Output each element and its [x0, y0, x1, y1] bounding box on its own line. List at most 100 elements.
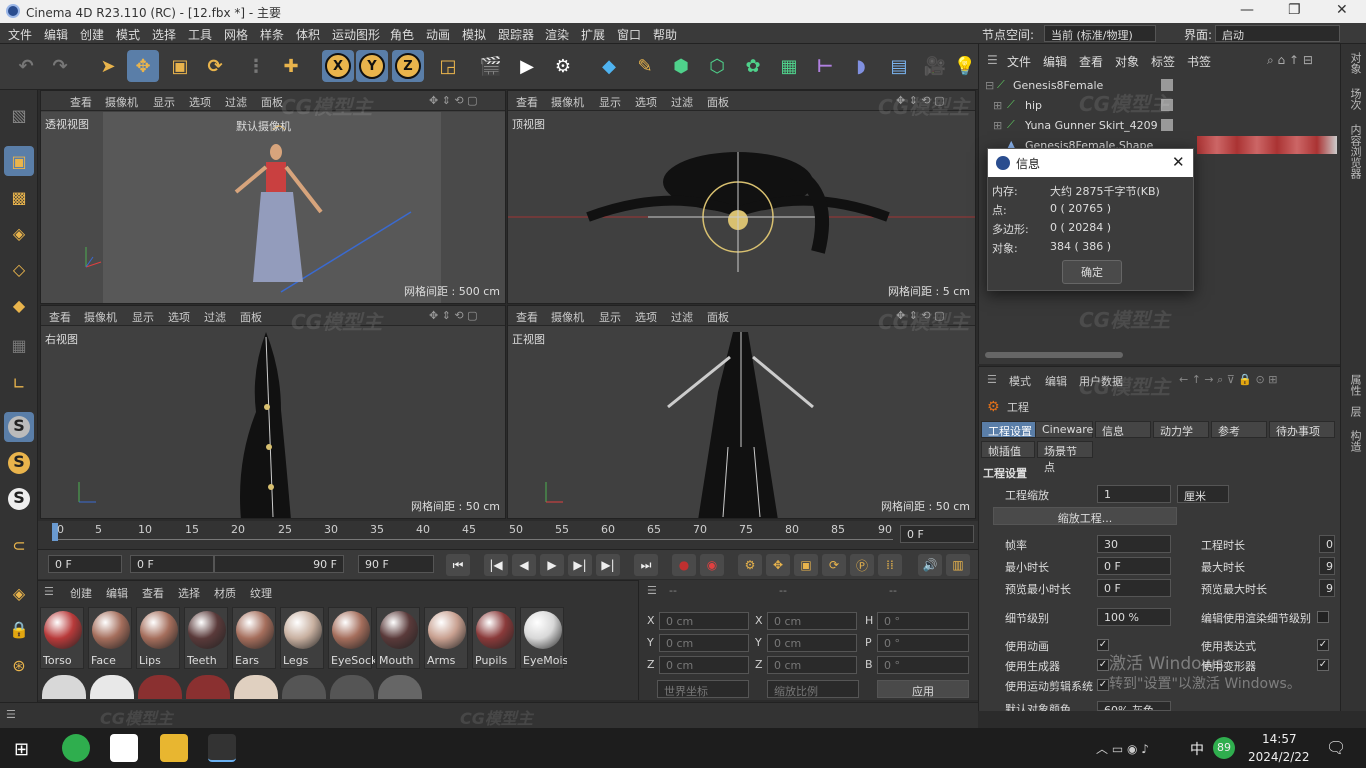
light-object-icon[interactable]: 💡	[954, 50, 976, 82]
side-tab-takes[interactable]: 场次	[1347, 88, 1363, 110]
vp-menu-view[interactable]: 查看	[516, 94, 538, 110]
pos-x-field[interactable]: 0 cm	[659, 612, 749, 630]
close-icon[interactable]: ✕	[1336, 2, 1348, 18]
menu-tracker[interactable]: 跟踪器	[498, 26, 534, 43]
vp-menu-display[interactable]: 显示	[132, 309, 154, 325]
vp-nav-icons[interactable]: ✥ ⇕ ⟲ ▢	[429, 94, 478, 107]
expand-icon[interactable]: ⊞	[993, 99, 1002, 112]
field-icon[interactable]: ◗	[845, 50, 877, 82]
menu-simulate[interactable]: 模拟	[462, 26, 486, 43]
lod-field[interactable]: 100 %	[1097, 608, 1171, 626]
mat-menu-material[interactable]: 材质	[214, 585, 236, 601]
use-generators-checkbox[interactable]: ✓	[1097, 659, 1109, 671]
material-swatch[interactable]: Pupils	[472, 607, 516, 669]
floor-object-icon[interactable]: ▤	[883, 50, 915, 82]
side-tab-content-browser[interactable]: 内容浏览器	[1347, 124, 1363, 179]
mat-menu-create[interactable]: 创建	[70, 585, 92, 601]
material-tags[interactable]	[1197, 136, 1337, 154]
menu-mode[interactable]: 模式	[116, 26, 140, 43]
material-thumb[interactable]	[378, 675, 422, 699]
menu-mesh[interactable]: 网格	[224, 26, 248, 43]
ime-indicator[interactable]: 中	[1190, 739, 1204, 759]
menu-edit[interactable]: 编辑	[44, 26, 68, 43]
film-icon[interactable]: ▥	[946, 554, 970, 576]
obj-menu-edit[interactable]: 编辑	[1043, 53, 1067, 70]
cinema4d-taskbar-icon[interactable]	[208, 734, 236, 762]
scale-mode-select[interactable]: 缩放比例	[767, 680, 859, 698]
model-mode-icon[interactable]: ▣	[4, 146, 34, 176]
menu-help[interactable]: 帮助	[653, 26, 677, 43]
prev-frame-icon[interactable]: ◀	[512, 554, 536, 576]
preview-max-field[interactable]: 9	[1319, 579, 1335, 597]
vp-menu-display[interactable]: 显示	[599, 309, 621, 325]
sound-icon[interactable]: 🔊	[918, 554, 942, 576]
material-swatch[interactable]: Mouth	[376, 607, 420, 669]
maximize-icon[interactable]: ❐	[1288, 2, 1301, 18]
attr-menu-edit[interactable]: 编辑	[1045, 373, 1067, 389]
planar-workplane-icon[interactable]: ⊛	[4, 650, 34, 680]
obj-menu-tags[interactable]: 标签	[1151, 53, 1175, 70]
panel-menu-icon[interactable]: ☰	[6, 708, 16, 721]
range-start-field[interactable]: 0 F	[130, 555, 214, 573]
horizontal-scrollbar[interactable]	[985, 352, 1123, 358]
nav-icons[interactable]: ← ↑ → ⌕ ⊽ 🔒 ⊙ ⊞	[1179, 373, 1277, 387]
material-thumb[interactable]	[330, 675, 374, 699]
vp-menu-panel[interactable]: 面板	[240, 309, 262, 325]
tray-badge[interactable]: 89	[1213, 737, 1235, 759]
vp-menu-options[interactable]: 选项	[635, 94, 657, 110]
menu-extensions[interactable]: 扩展	[581, 26, 605, 43]
render-picture-viewer-icon[interactable]: ▶	[511, 50, 543, 82]
material-thumb[interactable]	[282, 675, 326, 699]
redo-icon[interactable]: ↷	[44, 50, 76, 82]
browser-icon[interactable]	[62, 734, 90, 762]
timeline-ruler[interactable]: 0 5 10 15 20 25 30 35 40 45 50 55 60 65 …	[38, 521, 978, 549]
viewport-perspective[interactable]: 查看 摄像机 显示 选项 过滤 面板 ✥ ⇕ ⟲ ▢ 透视视图 默认摄像机 网格…	[40, 90, 506, 304]
minimize-icon[interactable]: —	[1240, 2, 1254, 18]
top-canvas[interactable]	[508, 112, 975, 303]
material-swatch[interactable]: Ears	[232, 607, 276, 669]
menu-tools[interactable]: 工具	[188, 26, 212, 43]
material-swatch[interactable]: EyeMois	[520, 607, 567, 669]
mat-menu-select[interactable]: 选择	[178, 585, 200, 601]
play-icon[interactable]: ▶	[540, 554, 564, 576]
material-swatch[interactable]: Arms	[424, 607, 468, 669]
vp-menu-panel[interactable]: 面板	[707, 94, 729, 110]
key-parameter-icon[interactable]: Ⓟ	[850, 554, 874, 576]
menu-window[interactable]: 窗口	[617, 26, 641, 43]
vp-menu-camera[interactable]: 摄像机	[551, 309, 584, 325]
workplane-icon[interactable]: ◈	[4, 578, 34, 608]
project-scale-field[interactable]: 1	[1097, 485, 1171, 503]
size-x-field[interactable]: 0 cm	[767, 612, 857, 630]
key-scale-icon[interactable]: ▣	[794, 554, 818, 576]
menu-select[interactable]: 选择	[152, 26, 176, 43]
vp-menu-filter[interactable]: 过滤	[671, 309, 693, 325]
rotate-tool-icon[interactable]: ⟳	[199, 50, 231, 82]
side-tab-objects[interactable]: 对象	[1347, 52, 1363, 74]
autokey-icon[interactable]: ◉	[700, 554, 724, 576]
menu-mograph[interactable]: 运动图形	[332, 26, 380, 43]
preview-end-field[interactable]: 90 F	[358, 555, 434, 573]
pos-z-field[interactable]: 0 cm	[659, 656, 749, 674]
tab-project-settings[interactable]: 工程设置	[981, 421, 1039, 438]
rot-b-field[interactable]: 0 °	[877, 656, 969, 674]
notification-icon[interactable]: 🗨	[1326, 738, 1346, 757]
cube-object-icon[interactable]: ◆	[593, 50, 625, 82]
search-icon[interactable]: ⌕ ⌂ ↑ ⊟	[1267, 53, 1313, 68]
menu-spline[interactable]: 样条	[260, 26, 284, 43]
preview-min-field[interactable]: 0 F	[1097, 579, 1171, 597]
node-space-select[interactable]: 当前 (标准/物理)	[1044, 25, 1156, 42]
default-color-select[interactable]: 60% 灰色	[1097, 701, 1171, 711]
goto-end-icon[interactable]: ⏭	[634, 554, 658, 576]
scale-tool-icon[interactable]: ▣	[164, 50, 196, 82]
obj-menu-view[interactable]: 查看	[1079, 53, 1103, 70]
min-time-field[interactable]: 0 F	[1097, 557, 1171, 575]
menu-create[interactable]: 创建	[80, 26, 104, 43]
menu-volume[interactable]: 体积	[296, 26, 320, 43]
menu-file[interactable]: 文件	[8, 26, 32, 43]
key-rotation-icon[interactable]: ⟳	[822, 554, 846, 576]
panel-menu-icon[interactable]: ☰	[987, 373, 997, 386]
vp-menu-panel[interactable]: 面板	[707, 309, 729, 325]
y-axis-lock-button[interactable]: Y	[356, 50, 388, 82]
pos-y-field[interactable]: 0 cm	[659, 634, 749, 652]
tab-info[interactable]: 信息	[1095, 421, 1151, 438]
